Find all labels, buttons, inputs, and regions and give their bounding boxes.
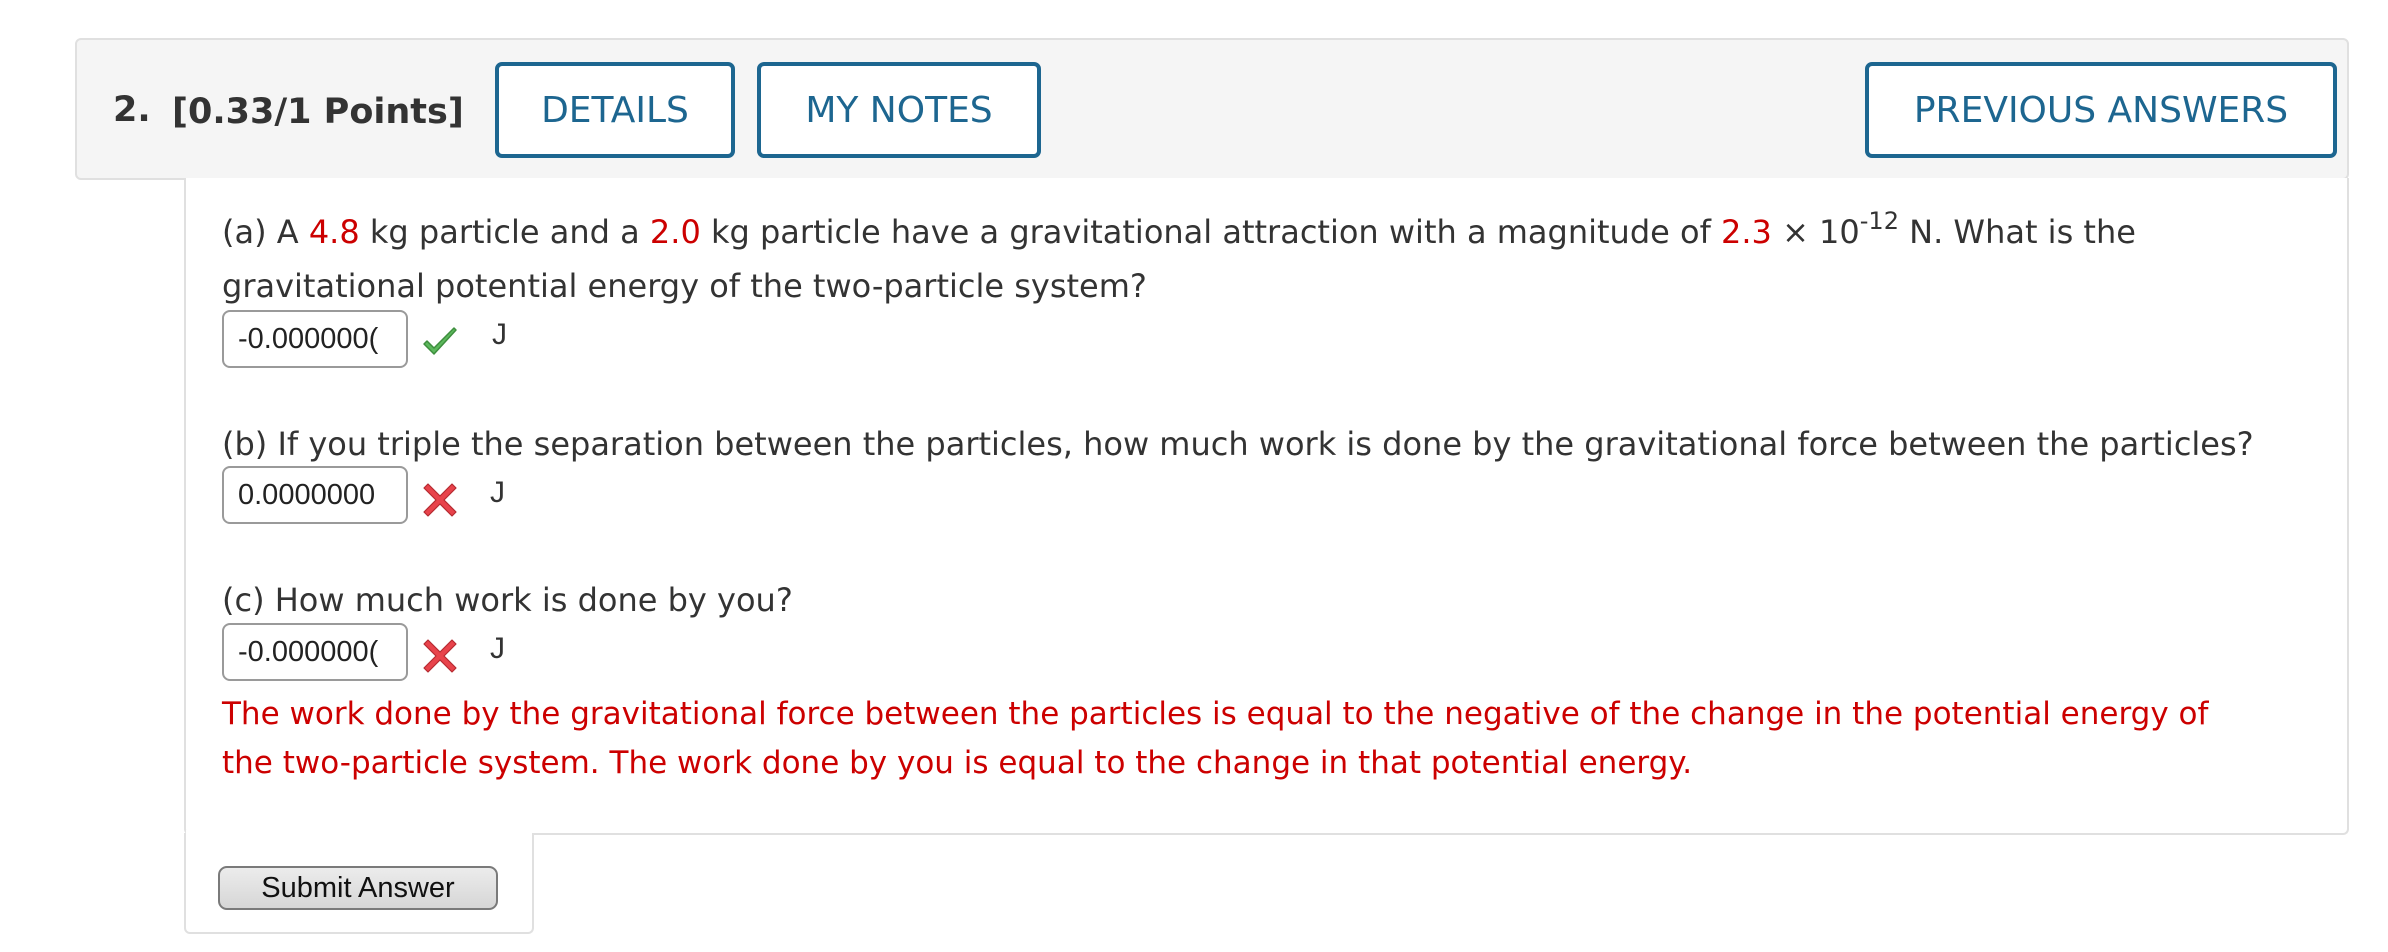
part-b-answer-input[interactable] [222, 466, 408, 524]
exponent: -12 [1859, 207, 1899, 235]
details-button[interactable]: DETAILS [495, 62, 735, 158]
part-c-answer-input[interactable] [222, 623, 408, 681]
part-a-question: (a) A 4.8 kg particle and a 2.0 kg parti… [222, 207, 2136, 251]
part-a-question-line2: gravitational potential energy of the tw… [222, 267, 1147, 305]
x-icon [423, 639, 457, 673]
part-c-unit: J [490, 632, 505, 665]
question-number: 2. [113, 90, 151, 130]
part-a-answer-input[interactable] [222, 310, 408, 368]
question-header: 2. [0.33/1 Points] DETAILS MY NOTES PREV… [75, 38, 2349, 180]
my-notes-button[interactable]: MY NOTES [757, 62, 1041, 158]
part-a-unit: J [492, 318, 507, 351]
submit-answer-button[interactable]: Submit Answer [218, 866, 498, 910]
part-b-question: (b) If you triple the separation between… [222, 425, 2254, 463]
check-icon [423, 327, 457, 355]
part-c-question: (c) How much work is done by you? [222, 581, 793, 619]
given-force: 2.3 [1721, 213, 1772, 251]
question-points: [0.33/1 Points] [172, 92, 464, 132]
feedback-line-2: the two-particle system. The work done b… [222, 745, 1693, 781]
x-icon [423, 483, 457, 517]
part-b-unit: J [490, 476, 505, 509]
feedback-line-1: The work done by the gravitational force… [222, 696, 2209, 732]
feedback-message: The work done by the gravitational force… [222, 690, 2322, 788]
given-mass-1: 4.8 [308, 213, 360, 251]
given-mass-2: 2.0 [649, 213, 701, 251]
previous-answers-button[interactable]: PREVIOUS ANSWERS [1865, 62, 2337, 158]
